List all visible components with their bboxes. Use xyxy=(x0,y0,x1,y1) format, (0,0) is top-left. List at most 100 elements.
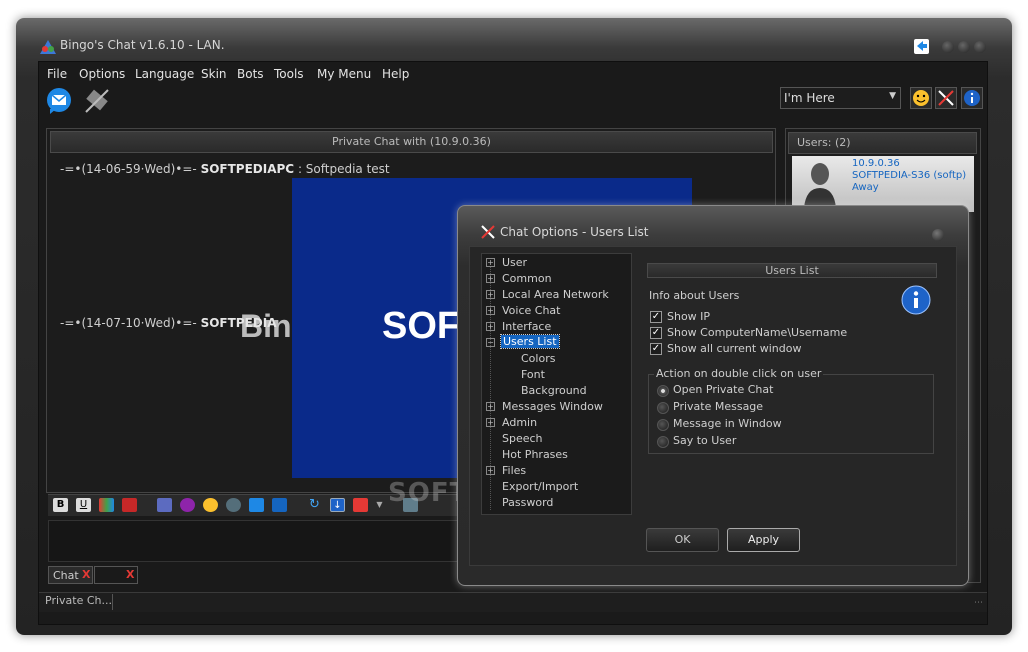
expand-icon[interactable]: + xyxy=(486,258,495,267)
monitor-icon[interactable] xyxy=(272,498,287,512)
status-text: Private Ch... xyxy=(45,594,112,607)
tree-item-password[interactable]: Password xyxy=(502,496,553,509)
menu-bots[interactable]: Bots xyxy=(237,67,264,81)
maximize-button[interactable] xyxy=(958,41,970,53)
dialog-title: Chat Options - Users List xyxy=(500,225,649,239)
open-private-chat-radio[interactable] xyxy=(657,385,669,397)
show-ip-checkbox[interactable]: ✓ xyxy=(650,311,662,323)
emoticon-icon[interactable] xyxy=(203,498,218,512)
chat-message: -=•(14-06-59·Wed)•=- SOFTPEDIAPC : Softp… xyxy=(60,162,390,176)
download-icon[interactable]: ↓ xyxy=(330,498,345,512)
expand-icon[interactable]: + xyxy=(486,274,495,283)
satellite-icon[interactable] xyxy=(82,86,112,116)
menu-help[interactable]: Help xyxy=(382,67,409,81)
tab-private[interactable]: X xyxy=(94,566,138,584)
message-sender: SOFTPEDIAPC xyxy=(200,162,295,176)
close-icon[interactable]: X xyxy=(126,568,134,581)
tab-chat-label: Chat xyxy=(53,569,79,582)
menu-options[interactable]: Options xyxy=(79,67,125,81)
window-title: Bingo's Chat v1.6.10 - LAN. xyxy=(60,38,225,52)
tree-item-font[interactable]: Font xyxy=(521,368,545,381)
menu-my-menu[interactable]: My Menu xyxy=(317,67,371,81)
tree-item-user[interactable]: User xyxy=(502,256,527,269)
chat-message: -=•(14-07-10·Wed)•=- SOFTPEDIA xyxy=(60,316,277,330)
user-name: SOFTPEDIA-S36 (softp) xyxy=(852,170,967,181)
message-sender: SOFTPEDIA xyxy=(200,316,277,330)
info-button[interactable] xyxy=(961,87,983,109)
double-click-group-label: Action on double click on user xyxy=(654,367,824,380)
avatar xyxy=(802,160,838,208)
expand-icon[interactable]: + xyxy=(486,402,495,411)
menu-file[interactable]: File xyxy=(47,67,67,81)
expand-icon[interactable]: + xyxy=(486,322,495,331)
tree-item-voice-chat[interactable]: Voice Chat xyxy=(502,304,560,317)
tree-item-admin[interactable]: Admin xyxy=(502,416,537,429)
color-grid-icon[interactable] xyxy=(99,498,114,512)
tools-button[interactable] xyxy=(935,87,957,109)
status-combo[interactable]: I'm Here ▼ xyxy=(780,87,901,109)
refresh-icon[interactable]: ↻ xyxy=(307,498,322,512)
ok-button[interactable]: OK xyxy=(646,528,719,552)
info-icon xyxy=(901,285,931,315)
collapse-icon[interactable]: − xyxy=(486,338,495,347)
minimize-button[interactable] xyxy=(942,41,954,53)
pin-icon[interactable] xyxy=(914,39,929,54)
close-icon[interactable]: X xyxy=(82,568,90,581)
message-timestamp: -=•(14-06-59·Wed)•=- xyxy=(60,162,197,176)
tree-item-local-area-network[interactable]: Local Area Network xyxy=(502,288,609,301)
open-private-chat-label: Open Private Chat xyxy=(673,383,774,396)
message-text: : Softpedia test xyxy=(297,162,390,176)
notepad-icon[interactable] xyxy=(157,498,172,512)
app-icon xyxy=(40,39,56,54)
message-input[interactable] xyxy=(48,520,460,562)
info-about-users-label: Info about Users xyxy=(649,289,740,302)
expand-icon[interactable]: + xyxy=(486,290,495,299)
tree-item-messages-window[interactable]: Messages Window xyxy=(502,400,603,413)
show-computername-label: Show ComputerName\Username xyxy=(667,326,848,339)
menu-language[interactable]: Language xyxy=(135,67,194,81)
message-in-window-label: Message in Window xyxy=(673,417,782,430)
tree-item-users-list[interactable]: Users List xyxy=(500,334,560,349)
say-to-user-radio[interactable] xyxy=(657,436,669,448)
user-ip: 10.9.0.36 xyxy=(852,158,900,169)
private-message-radio[interactable] xyxy=(657,402,669,414)
tree-item-colors[interactable]: Colors xyxy=(521,352,555,365)
menu-tools[interactable]: Tools xyxy=(274,67,304,81)
tree-item-background[interactable]: Background xyxy=(521,384,587,397)
tree-item-export-import[interactable]: Export/Import xyxy=(502,480,578,493)
section-title: Users List xyxy=(647,263,937,278)
tree-item-interface[interactable]: Interface xyxy=(502,320,551,333)
user-status: Away xyxy=(852,182,879,193)
underline-icon[interactable]: U xyxy=(76,498,91,512)
expand-icon[interactable]: + xyxy=(486,466,495,475)
apply-button[interactable]: Apply xyxy=(727,528,800,552)
message-icon[interactable] xyxy=(44,87,74,115)
bold-icon[interactable]: B xyxy=(53,498,68,512)
sticker-icon[interactable] xyxy=(180,498,195,512)
dialog-close-button[interactable] xyxy=(932,229,944,241)
expand-icon[interactable]: + xyxy=(486,306,495,315)
message-in-window-radio[interactable] xyxy=(657,419,669,431)
tab-chat[interactable]: Chat X xyxy=(48,566,93,584)
show-all-window-checkbox[interactable]: ✓ xyxy=(650,343,662,355)
gear-icon[interactable] xyxy=(226,498,241,512)
expand-icon[interactable]: + xyxy=(486,418,495,427)
tree-item-files[interactable]: Files xyxy=(502,464,526,477)
tree-item-common[interactable]: Common xyxy=(502,272,552,285)
menu-skin[interactable]: Skin xyxy=(201,67,227,81)
screenshot-icon[interactable] xyxy=(249,498,264,512)
chat-panel-header: Private Chat with (10.9.0.36) xyxy=(50,131,773,153)
chevron-down-icon[interactable]: ▼ xyxy=(372,498,387,512)
tree-item-hot-phrases[interactable]: Hot Phrases xyxy=(502,448,568,461)
smiley-button[interactable] xyxy=(910,87,932,109)
resize-grip-icon[interactable]: ⋯ xyxy=(974,598,983,608)
show-computername-checkbox[interactable]: ✓ xyxy=(650,327,662,339)
user-item[interactable]: 10.9.0.36 SOFTPEDIA-S36 (softp) Away xyxy=(792,156,974,212)
show-ip-label: Show IP xyxy=(667,310,711,323)
tree-item-speech[interactable]: Speech xyxy=(502,432,543,445)
chevron-down-icon: ▼ xyxy=(889,91,896,101)
pin-tool-icon[interactable] xyxy=(122,498,137,512)
close-button[interactable] xyxy=(974,41,986,53)
book-icon[interactable] xyxy=(353,498,368,512)
users-panel-header: Users: (2) xyxy=(788,132,977,154)
